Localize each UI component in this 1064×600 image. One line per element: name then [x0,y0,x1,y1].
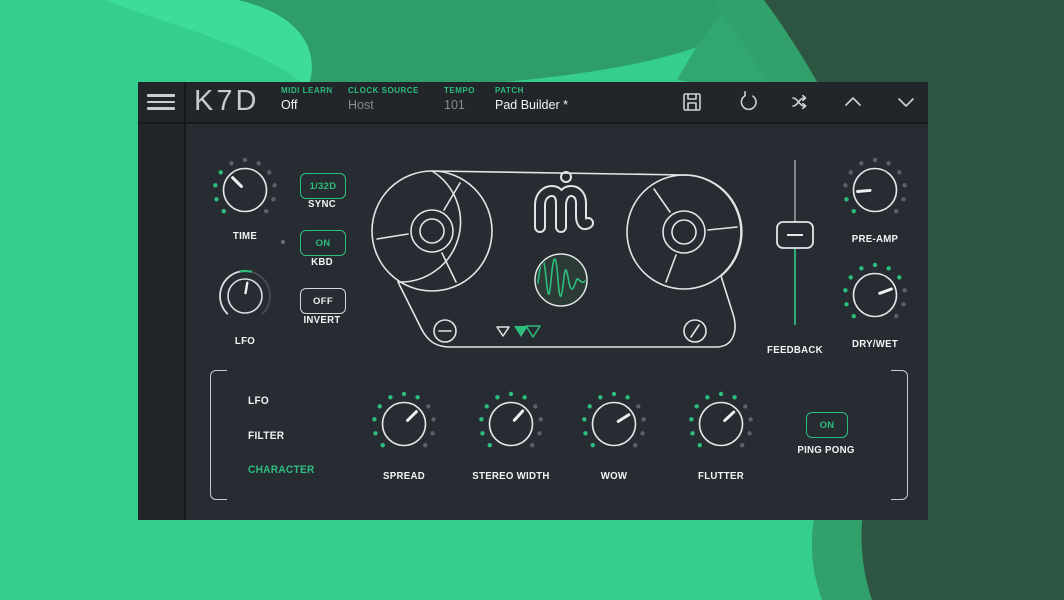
kbd-button[interactable]: ON [300,230,346,256]
feedback-label: FEEDBACK [767,344,823,356]
tape-guide-left [434,320,456,342]
wow-knob[interactable] [578,388,650,460]
tape-guide-right [684,320,706,342]
preamp-knob[interactable] [839,154,911,226]
feedback-slider[interactable] [765,150,825,360]
plugin-window: K7D MIDI LEARN Off CLOCK SOURCE Host TEM… [138,82,928,520]
chevron-down-icon [894,90,918,114]
midi-learn-field[interactable]: MIDI LEARN Off [281,86,333,112]
invert-button[interactable]: OFF [300,288,346,314]
sidebar-divider [184,82,186,520]
undo-icon [736,90,760,114]
patch-value: Pad Builder * [495,98,568,112]
preamp-label: PRE-AMP [852,233,898,245]
sync-label: SYNC [308,198,336,210]
patch-field[interactable]: PATCH Pad Builder * [495,86,568,112]
next-patch-button[interactable] [894,90,918,114]
wow-label: WOW [601,470,628,482]
screenshot-stage: K7D MIDI LEARN Off CLOCK SOURCE Host TEM… [0,0,1064,600]
tempo-value: 101 [444,98,475,112]
lfo-label: LFO [235,335,255,347]
tape-head-markers[interactable] [497,326,540,337]
drywet-label: DRY/WET [852,338,898,350]
sync-button[interactable]: 1/32D [300,173,346,199]
tempo-field[interactable]: TEMPO 101 [444,86,475,112]
spread-label: SPREAD [383,470,425,482]
tempo-label: TEMPO [444,86,475,95]
tape-head-marker-green-outline[interactable] [526,326,540,337]
tape-head-marker-white[interactable] [497,327,509,336]
save-icon [680,90,704,114]
midi-learn-label: MIDI LEARN [281,86,333,95]
midi-indicator-dot [281,240,285,244]
time-label: TIME [233,230,257,242]
tab-character[interactable]: CHARACTER [248,464,315,476]
tab-filter[interactable]: FILTER [248,430,284,442]
waveform-scope [535,254,587,306]
tape-reel-right [627,175,741,289]
kbd-label: KBD [311,256,333,268]
ping-pong-button[interactable]: ON [806,412,848,438]
stereo-width-label: STEREO WIDTH [472,470,549,482]
tab-lfo[interactable]: LFO [248,395,269,407]
tape-head-marker-green-filled[interactable] [514,326,528,337]
save-button[interactable] [680,90,704,114]
ping-pong-label: PING PONG [797,444,854,456]
header-divider [138,122,928,124]
spread-knob[interactable] [368,388,440,460]
menu-button[interactable] [147,94,175,110]
bottom-bracket-left [210,370,227,500]
chevron-up-icon [841,90,865,114]
brand-logo-icon [540,172,588,227]
sidebar [138,82,184,520]
flutter-knob[interactable] [685,388,757,460]
prev-patch-button[interactable] [841,90,865,114]
app-logo: K7D [194,85,259,118]
drywet-knob[interactable] [839,259,911,331]
tape-deck-graphic [365,148,765,358]
stereo-width-knob[interactable] [475,388,547,460]
lfo-knob[interactable] [209,260,281,332]
shuffle-icon [789,90,813,114]
midi-learn-value: Off [281,98,333,112]
clock-source-field[interactable]: CLOCK SOURCE Host [348,86,419,112]
time-knob[interactable] [209,154,281,226]
clock-source-label: CLOCK SOURCE [348,86,419,95]
flutter-label: FLUTTER [698,470,744,482]
undo-button[interactable] [736,90,760,114]
randomize-button[interactable] [789,90,813,114]
patch-label: PATCH [495,86,568,95]
invert-label: INVERT [303,314,340,326]
bottom-bracket-right [891,370,908,500]
clock-source-value: Host [348,98,419,112]
